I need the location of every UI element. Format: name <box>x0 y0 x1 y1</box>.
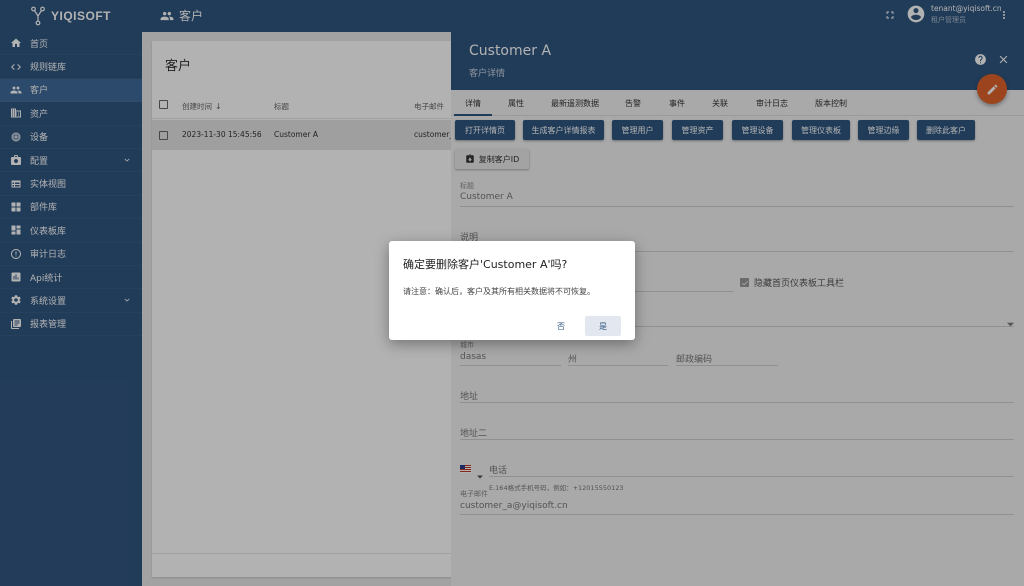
delete-confirm-dialog: 确定要删除客户'Customer A'吗? 请注意：确认后，客户及其所有相关数据… <box>389 241 635 340</box>
dialog-message: 请注意：确认后，客户及其所有相关数据将不可恢复。 <box>403 287 595 296</box>
dialog-no-button[interactable]: 否 <box>543 317 579 335</box>
dialog-title: 确定要删除客户'Customer A'吗? <box>403 258 568 271</box>
dialog-yes-button[interactable]: 是 <box>585 316 621 336</box>
